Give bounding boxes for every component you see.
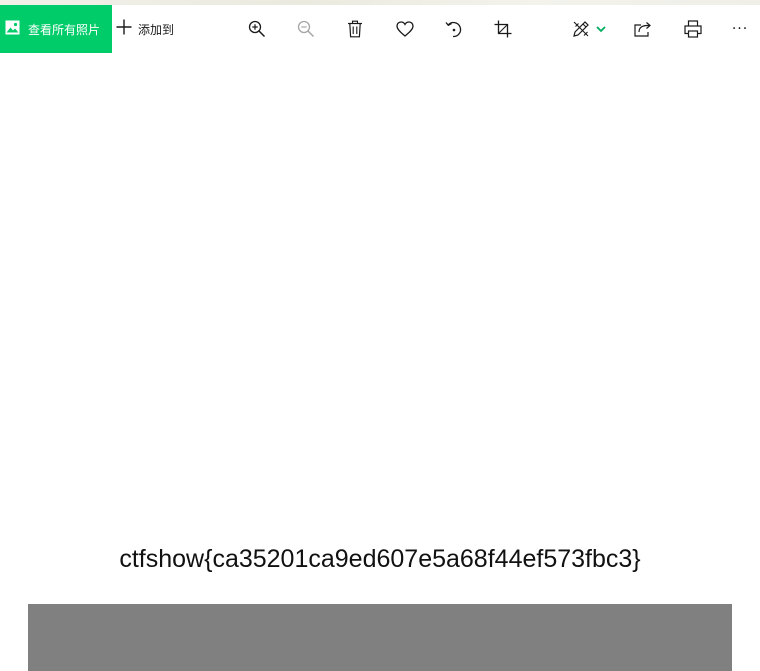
rotate-button[interactable] (436, 5, 472, 53)
plus-icon (116, 19, 132, 39)
print-button[interactable] (675, 5, 711, 53)
heart-icon (396, 21, 414, 37)
add-to-button[interactable]: 添加到 (116, 5, 196, 53)
chevron-down-icon (596, 25, 606, 33)
favorite-button[interactable] (387, 5, 423, 53)
more-icon: ··· (731, 21, 749, 37)
zoom-in-icon (248, 20, 266, 38)
delete-button[interactable] (337, 5, 373, 53)
crop-button[interactable] (485, 5, 521, 53)
crop-icon (494, 20, 512, 38)
print-icon (684, 20, 702, 38)
share-icon (634, 21, 652, 37)
zoom-in-button[interactable] (239, 5, 275, 53)
view-all-photos-button[interactable]: 查看所有照片 (0, 5, 112, 53)
view-all-photos-label: 查看所有照片 (28, 22, 101, 37)
zoom-out-icon (297, 20, 315, 38)
zoom-out-button[interactable] (288, 5, 324, 53)
add-to-label: 添加到 (138, 22, 175, 37)
flag-text: ctfshow{ca35201ca9ed607e5a68f44ef573fbc3… (119, 545, 641, 573)
share-button[interactable] (625, 5, 661, 53)
rotate-icon (445, 20, 463, 38)
more-options-button[interactable]: ··· (722, 5, 758, 53)
edit-create-button[interactable] (563, 5, 615, 53)
photo-toolbar: 查看所有照片 添加到 ··· (0, 5, 760, 53)
trash-icon (347, 20, 363, 38)
edit-icon (572, 20, 590, 38)
picture-icon (5, 20, 20, 39)
gray-image-block (28, 604, 732, 671)
